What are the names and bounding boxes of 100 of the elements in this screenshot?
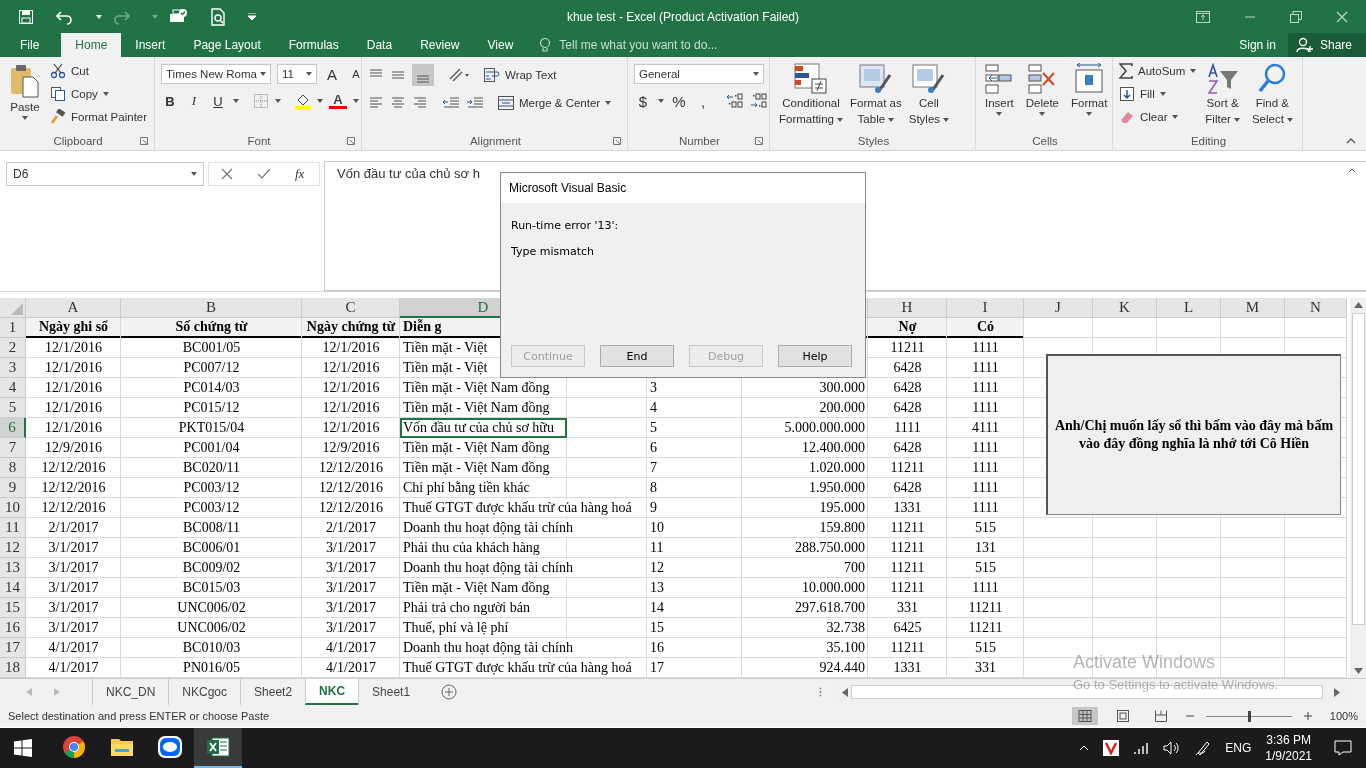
row-header[interactable]: 2 xyxy=(0,338,26,358)
dialog-launcher-icon[interactable] xyxy=(613,137,621,145)
caret-icon[interactable] xyxy=(317,99,323,103)
collapse-icon[interactable] xyxy=(1348,168,1356,173)
bold-button[interactable]: B xyxy=(161,91,179,111)
format-painter-button[interactable]: Format Painter xyxy=(50,107,148,127)
input-language[interactable]: ENG xyxy=(1225,741,1252,755)
decrease-decimal-icon[interactable] xyxy=(750,93,768,109)
pen-icon[interactable] xyxy=(1195,740,1212,756)
column-header[interactable]: I xyxy=(947,298,1024,318)
dialog-button[interactable]: End xyxy=(600,345,674,367)
antivirus-icon[interactable] xyxy=(1103,740,1120,756)
copy-button[interactable]: Copy xyxy=(50,84,148,104)
caret-icon[interactable] xyxy=(96,14,102,19)
column-header[interactable]: K xyxy=(1093,298,1157,318)
comma-button[interactable]: , xyxy=(694,91,712,111)
dialog-launcher-icon[interactable] xyxy=(755,137,763,145)
normal-view-icon[interactable] xyxy=(1071,707,1098,725)
sheet-tab[interactable]: NKC xyxy=(305,679,359,705)
row-header[interactable]: 14 xyxy=(0,578,26,598)
font-name-field[interactable]: Times New Roma xyxy=(161,64,271,84)
save-icon[interactable] xyxy=(18,8,34,25)
dialog-button[interactable]: Help xyxy=(778,345,852,367)
clock-date[interactable]: 1/9/2021 xyxy=(1265,748,1312,764)
row-header[interactable]: 5 xyxy=(0,398,26,418)
column-header[interactable]: M xyxy=(1221,298,1285,318)
vertical-scrollbar[interactable] xyxy=(1350,298,1366,678)
add-sheet-icon[interactable] xyxy=(441,684,458,700)
row-header[interactable]: 1 xyxy=(0,318,26,338)
number-format-field[interactable]: General xyxy=(634,64,764,84)
zoom-level[interactable]: 100% xyxy=(1329,710,1358,722)
row-header[interactable]: 16 xyxy=(0,618,26,638)
customize-caret-icon[interactable] xyxy=(248,13,256,20)
dialog-launcher-icon[interactable] xyxy=(347,137,355,145)
fill-button[interactable]: Fill xyxy=(1119,84,1197,104)
row-header[interactable]: 8 xyxy=(0,458,26,478)
name-box[interactable]: D6 xyxy=(6,162,204,186)
sign-in-link[interactable]: Sign in xyxy=(1227,33,1288,57)
show-hidden-icons-icon[interactable] xyxy=(1079,745,1090,751)
cut-button[interactable]: Cut xyxy=(50,61,148,81)
splitter-icon[interactable] xyxy=(819,687,822,697)
ribbon-tab[interactable]: Page Layout xyxy=(179,33,275,57)
clear-button[interactable]: Clear xyxy=(1119,107,1197,127)
scroll-down-icon[interactable] xyxy=(1353,668,1363,674)
clock-time[interactable]: 3:36 PM xyxy=(1266,732,1311,748)
speaker-icon[interactable] xyxy=(1163,741,1182,755)
ribbon-tab[interactable]: Review xyxy=(406,33,474,57)
font-size-field[interactable]: 11 xyxy=(277,64,317,84)
caret-icon[interactable] xyxy=(353,99,359,103)
row-header[interactable]: 12 xyxy=(0,538,26,558)
row-header[interactable]: 9 xyxy=(0,478,26,498)
restore-icon[interactable] xyxy=(1290,10,1302,23)
row-header[interactable]: 3 xyxy=(0,358,26,378)
conditional-formatting-button[interactable]: Conditional Formatting xyxy=(776,61,846,129)
column-header[interactable]: B xyxy=(121,298,302,318)
increase-decimal-icon[interactable] xyxy=(726,93,744,109)
sort-filter-button[interactable]: Sort & Filter xyxy=(1202,61,1243,129)
paste-button[interactable]: Paste xyxy=(6,61,44,122)
cancel-icon[interactable] xyxy=(221,168,233,180)
scroll-left-icon[interactable] xyxy=(842,687,848,697)
ribbon-tab[interactable]: Home xyxy=(61,33,122,57)
print-preview-icon[interactable] xyxy=(210,7,226,26)
close-icon[interactable] xyxy=(1336,10,1348,23)
font-color-button[interactable]: A xyxy=(329,93,347,109)
insert-cells-button[interactable]: Insert xyxy=(982,61,1017,118)
share-button[interactable]: Share xyxy=(1287,33,1366,57)
row-header[interactable]: 15 xyxy=(0,598,26,618)
zoom-slider[interactable] xyxy=(1205,710,1292,722)
row-header[interactable]: 17 xyxy=(0,638,26,658)
column-header[interactable]: H xyxy=(868,298,947,318)
column-header[interactable]: J xyxy=(1024,298,1093,318)
insert-function-button[interactable]: fx xyxy=(295,166,305,182)
row-header[interactable]: 13 xyxy=(0,558,26,578)
caret-icon[interactable] xyxy=(658,99,664,103)
row-header[interactable]: 11 xyxy=(0,518,26,538)
undo-icon[interactable] xyxy=(56,8,74,25)
row-header[interactable]: 10 xyxy=(0,498,26,518)
wrap-text-button[interactable]: Wrap Text xyxy=(484,65,557,85)
ribbon-tab[interactable]: Data xyxy=(352,33,407,57)
find-select-button[interactable]: Find & Select xyxy=(1248,61,1296,129)
column-header[interactable]: N xyxy=(1285,298,1347,318)
ribbon-tab[interactable]: View xyxy=(473,33,528,57)
caret-icon[interactable] xyxy=(233,99,239,103)
column-header[interactable]: C xyxy=(302,298,400,318)
row-header[interactable]: 18 xyxy=(0,658,26,678)
increase-font-size-button[interactable]: A xyxy=(323,64,341,84)
checkmark-icon[interactable] xyxy=(257,168,271,180)
merge-center-button[interactable]: Merge & Center xyxy=(498,93,612,113)
macro-shape-button[interactable]: Anh/Chị muốn lấy sổ thì bấm vào đây mà bấm vào đây đồng nghĩa là nhớ tới Cô Hiền xyxy=(1046,354,1341,515)
ribbon-display-icon[interactable] xyxy=(1196,10,1210,23)
decrease-font-size-button[interactable]: A xyxy=(347,64,365,84)
row-header[interactable]: 7 xyxy=(0,438,26,458)
windows-start-icon[interactable] xyxy=(14,739,32,757)
fill-color-icon[interactable] xyxy=(295,92,311,110)
wifi-icon[interactable] xyxy=(1133,741,1150,755)
delete-cells-button[interactable]: Delete xyxy=(1022,61,1062,118)
notification-icon[interactable] xyxy=(1334,740,1352,756)
italic-button[interactable]: I xyxy=(185,91,203,111)
tell-me-field[interactable]: Tell me what you want to do... xyxy=(539,33,752,57)
format-cells-button[interactable]: Format xyxy=(1068,61,1111,118)
